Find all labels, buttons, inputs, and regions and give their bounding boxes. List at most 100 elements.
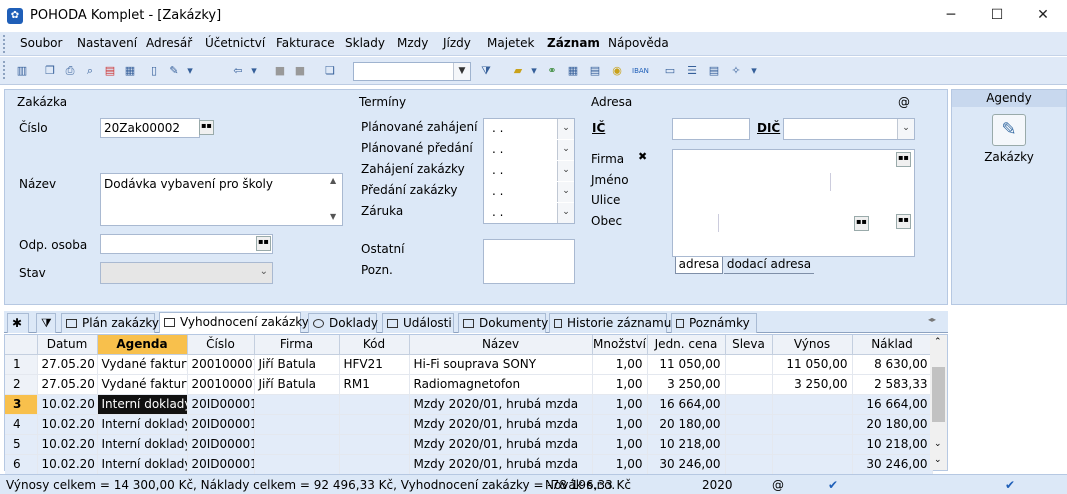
menu-nastaveni[interactable]: Nastavení <box>77 36 137 50</box>
table-icon[interactable]: ▤ <box>587 63 603 79</box>
table-row[interactable]: 5 10.02.20 Interní doklady 20ID00001 Mzdy 20… <box>5 434 933 455</box>
zahajeni-zakazky-field[interactable]: . . <box>492 163 503 177</box>
menu-jizdy[interactable]: Jízdy <box>443 36 471 50</box>
col-agenda[interactable]: Agenda <box>97 335 188 355</box>
tab-plan-zakazky[interactable]: Plán zakázky <box>61 313 159 333</box>
chevron-down-icon[interactable]: ⌄ <box>557 119 574 139</box>
col-jedn-cena[interactable]: Jedn. cena <box>647 335 726 355</box>
new-record-icon[interactable]: ▯ <box>146 63 162 79</box>
back-dropdown-icon[interactable]: ▾ <box>246 63 262 79</box>
row-number[interactable]: 2 <box>5 374 38 395</box>
cell-firma[interactable] <box>254 434 340 455</box>
cell-cislo[interactable]: 20ID00001 <box>187 394 255 415</box>
folder-icon[interactable]: ▰ <box>510 63 526 79</box>
cell-agenda[interactable]: Interní doklady <box>97 414 188 435</box>
cell-kod[interactable]: HFV21 <box>339 354 410 375</box>
tools-icon[interactable]: ✧ <box>728 63 744 79</box>
nazev-field[interactable]: Dodávka vybavení pro školy <box>100 173 343 226</box>
planovane-zahajeni-field[interactable]: . . <box>492 121 503 135</box>
firma-select-button[interactable]: ▪▪ <box>896 152 911 167</box>
cell-agenda[interactable]: Interní doklady <box>97 434 188 455</box>
cislo-field[interactable]: 20Zak00002 <box>100 118 200 138</box>
sync-ok-icon[interactable]: ✔ <box>1005 478 1015 492</box>
chevron-down-icon[interactable]: ⌄ <box>557 161 574 181</box>
poznamka-field[interactable] <box>483 239 575 284</box>
cell-kod[interactable] <box>339 414 410 435</box>
menu-soubor[interactable]: Soubor <box>20 36 62 50</box>
clear-address-icon[interactable]: ✖ <box>638 150 652 164</box>
status-email[interactable]: @ <box>772 478 784 492</box>
tab-historie-zaznamu[interactable]: Historie záznamu <box>549 313 671 333</box>
cell-datum[interactable]: 27.05.20 <box>37 374 98 395</box>
cell-sleva[interactable] <box>725 454 773 475</box>
predani-zakazky-field[interactable]: . . <box>492 184 503 198</box>
ic-field[interactable] <box>672 118 750 140</box>
save-all-icon[interactable]: ■ <box>292 63 308 79</box>
cell-kod[interactable] <box>339 454 410 475</box>
col-nazev[interactable]: Název <box>409 335 593 355</box>
email-at-label[interactable]: @ <box>898 95 910 109</box>
cell-agenda[interactable]: Vydané faktury <box>97 374 188 395</box>
list-icon[interactable]: ☰ <box>684 63 700 79</box>
cell-firma[interactable] <box>254 454 340 475</box>
menu-napoveda[interactable]: Nápověda <box>608 36 669 50</box>
cell-nazev[interactable]: Mzdy 2020/01, hrubá mzda <box>409 454 593 475</box>
odp-osoba-field[interactable] <box>100 234 273 254</box>
col-sleva[interactable]: Sleva <box>725 335 773 355</box>
cell-naklad[interactable]: 8 630,00 <box>852 354 933 375</box>
menu-sklady[interactable]: Sklady <box>345 36 385 50</box>
planovane-predani-field[interactable]: . . <box>492 142 503 156</box>
message-icon[interactable]: ▭ <box>662 63 678 79</box>
obec-select-button[interactable]: ▪▪ <box>854 216 869 231</box>
cell-jedn-cena[interactable]: 3 250,00 <box>647 374 726 395</box>
col-vynos[interactable]: Výnos <box>772 335 853 355</box>
cell-jedn-cena[interactable]: 16 664,00 <box>647 394 726 415</box>
cell-sleva[interactable] <box>725 394 773 415</box>
cell-mnozstvi[interactable]: 1,00 <box>592 394 648 415</box>
cell-nazev[interactable]: Mzdy 2020/01, hrubá mzda <box>409 414 593 435</box>
cell-jedn-cena[interactable]: 20 180,00 <box>647 414 726 435</box>
cell-firma[interactable] <box>254 414 340 435</box>
cell-datum[interactable]: 10.02.20 <box>37 434 98 455</box>
stav-select[interactable]: ⌄ <box>100 262 273 284</box>
cell-jedn-cena[interactable]: 10 218,00 <box>647 434 726 455</box>
copy-record-icon[interactable]: ❐ <box>42 63 58 79</box>
col-naklad[interactable]: Náklad <box>852 335 933 355</box>
cell-kod[interactable] <box>339 394 410 415</box>
close-button[interactable]: ✕ <box>1020 0 1066 32</box>
clipboard-icon[interactable]: ❏ <box>322 63 338 79</box>
menu-mzdy[interactable]: Mzdy <box>397 36 428 50</box>
cell-mnozstvi[interactable]: 1,00 <box>592 454 648 475</box>
chevron-down-icon[interactable]: ⌄ <box>557 182 574 202</box>
cell-mnozstvi[interactable]: 1,00 <box>592 374 648 395</box>
scroll-down-icon[interactable]: ▼ <box>330 212 336 221</box>
link-icon[interactable]: ⚭ <box>544 63 560 79</box>
iban-icon[interactable]: IBAN <box>632 63 649 79</box>
menu-adresar[interactable]: Adresář <box>146 36 192 50</box>
filter-combo[interactable]: ▼ <box>353 62 471 81</box>
cell-mnozstvi[interactable]: 1,00 <box>592 434 648 455</box>
edit-icon[interactable]: ✎ <box>166 63 182 79</box>
dic-field[interactable]: ⌄ <box>783 118 915 140</box>
menu-ucetnictvi[interactable]: Účetnictví <box>205 36 265 50</box>
tab-vyhodnoceni-zakazky[interactable]: Vyhodnocení zakázky <box>159 312 309 333</box>
cell-sleva[interactable] <box>725 414 773 435</box>
cell-sleva[interactable] <box>725 434 773 455</box>
cell-kod[interactable] <box>339 434 410 455</box>
calculator-icon[interactable]: ▦ <box>565 63 581 79</box>
zaruka-field[interactable]: . . <box>492 205 503 219</box>
print-preview-icon[interactable]: ⌕ <box>82 63 98 79</box>
cell-naklad[interactable]: 16 664,00 <box>852 394 933 415</box>
pdf-icon[interactable]: ▤ <box>102 63 118 79</box>
table-row[interactable]: 2 27.05.20 Vydané faktury 200100007 Jiří Bat… <box>5 374 933 395</box>
form-icon[interactable]: ▤ <box>706 63 722 79</box>
edit-dropdown-icon[interactable]: ▾ <box>182 63 198 79</box>
cell-naklad[interactable]: 30 246,00 <box>852 454 933 475</box>
chevron-down-icon[interactable]: ⌄ <box>897 119 914 139</box>
table-row[interactable]: 4 10.02.20 Interní doklady 20ID00001 Mzdy 20… <box>5 414 933 435</box>
tab-filter[interactable]: ⧩ <box>36 313 56 333</box>
cell-naklad[interactable]: 2 583,33 <box>852 374 933 395</box>
cell-nazev[interactable]: Mzdy 2020/01, hrubá mzda <box>409 434 593 455</box>
tab-poznamky[interactable]: Poznámky <box>671 313 757 333</box>
cell-datum[interactable]: 10.02.20 <box>37 414 98 435</box>
